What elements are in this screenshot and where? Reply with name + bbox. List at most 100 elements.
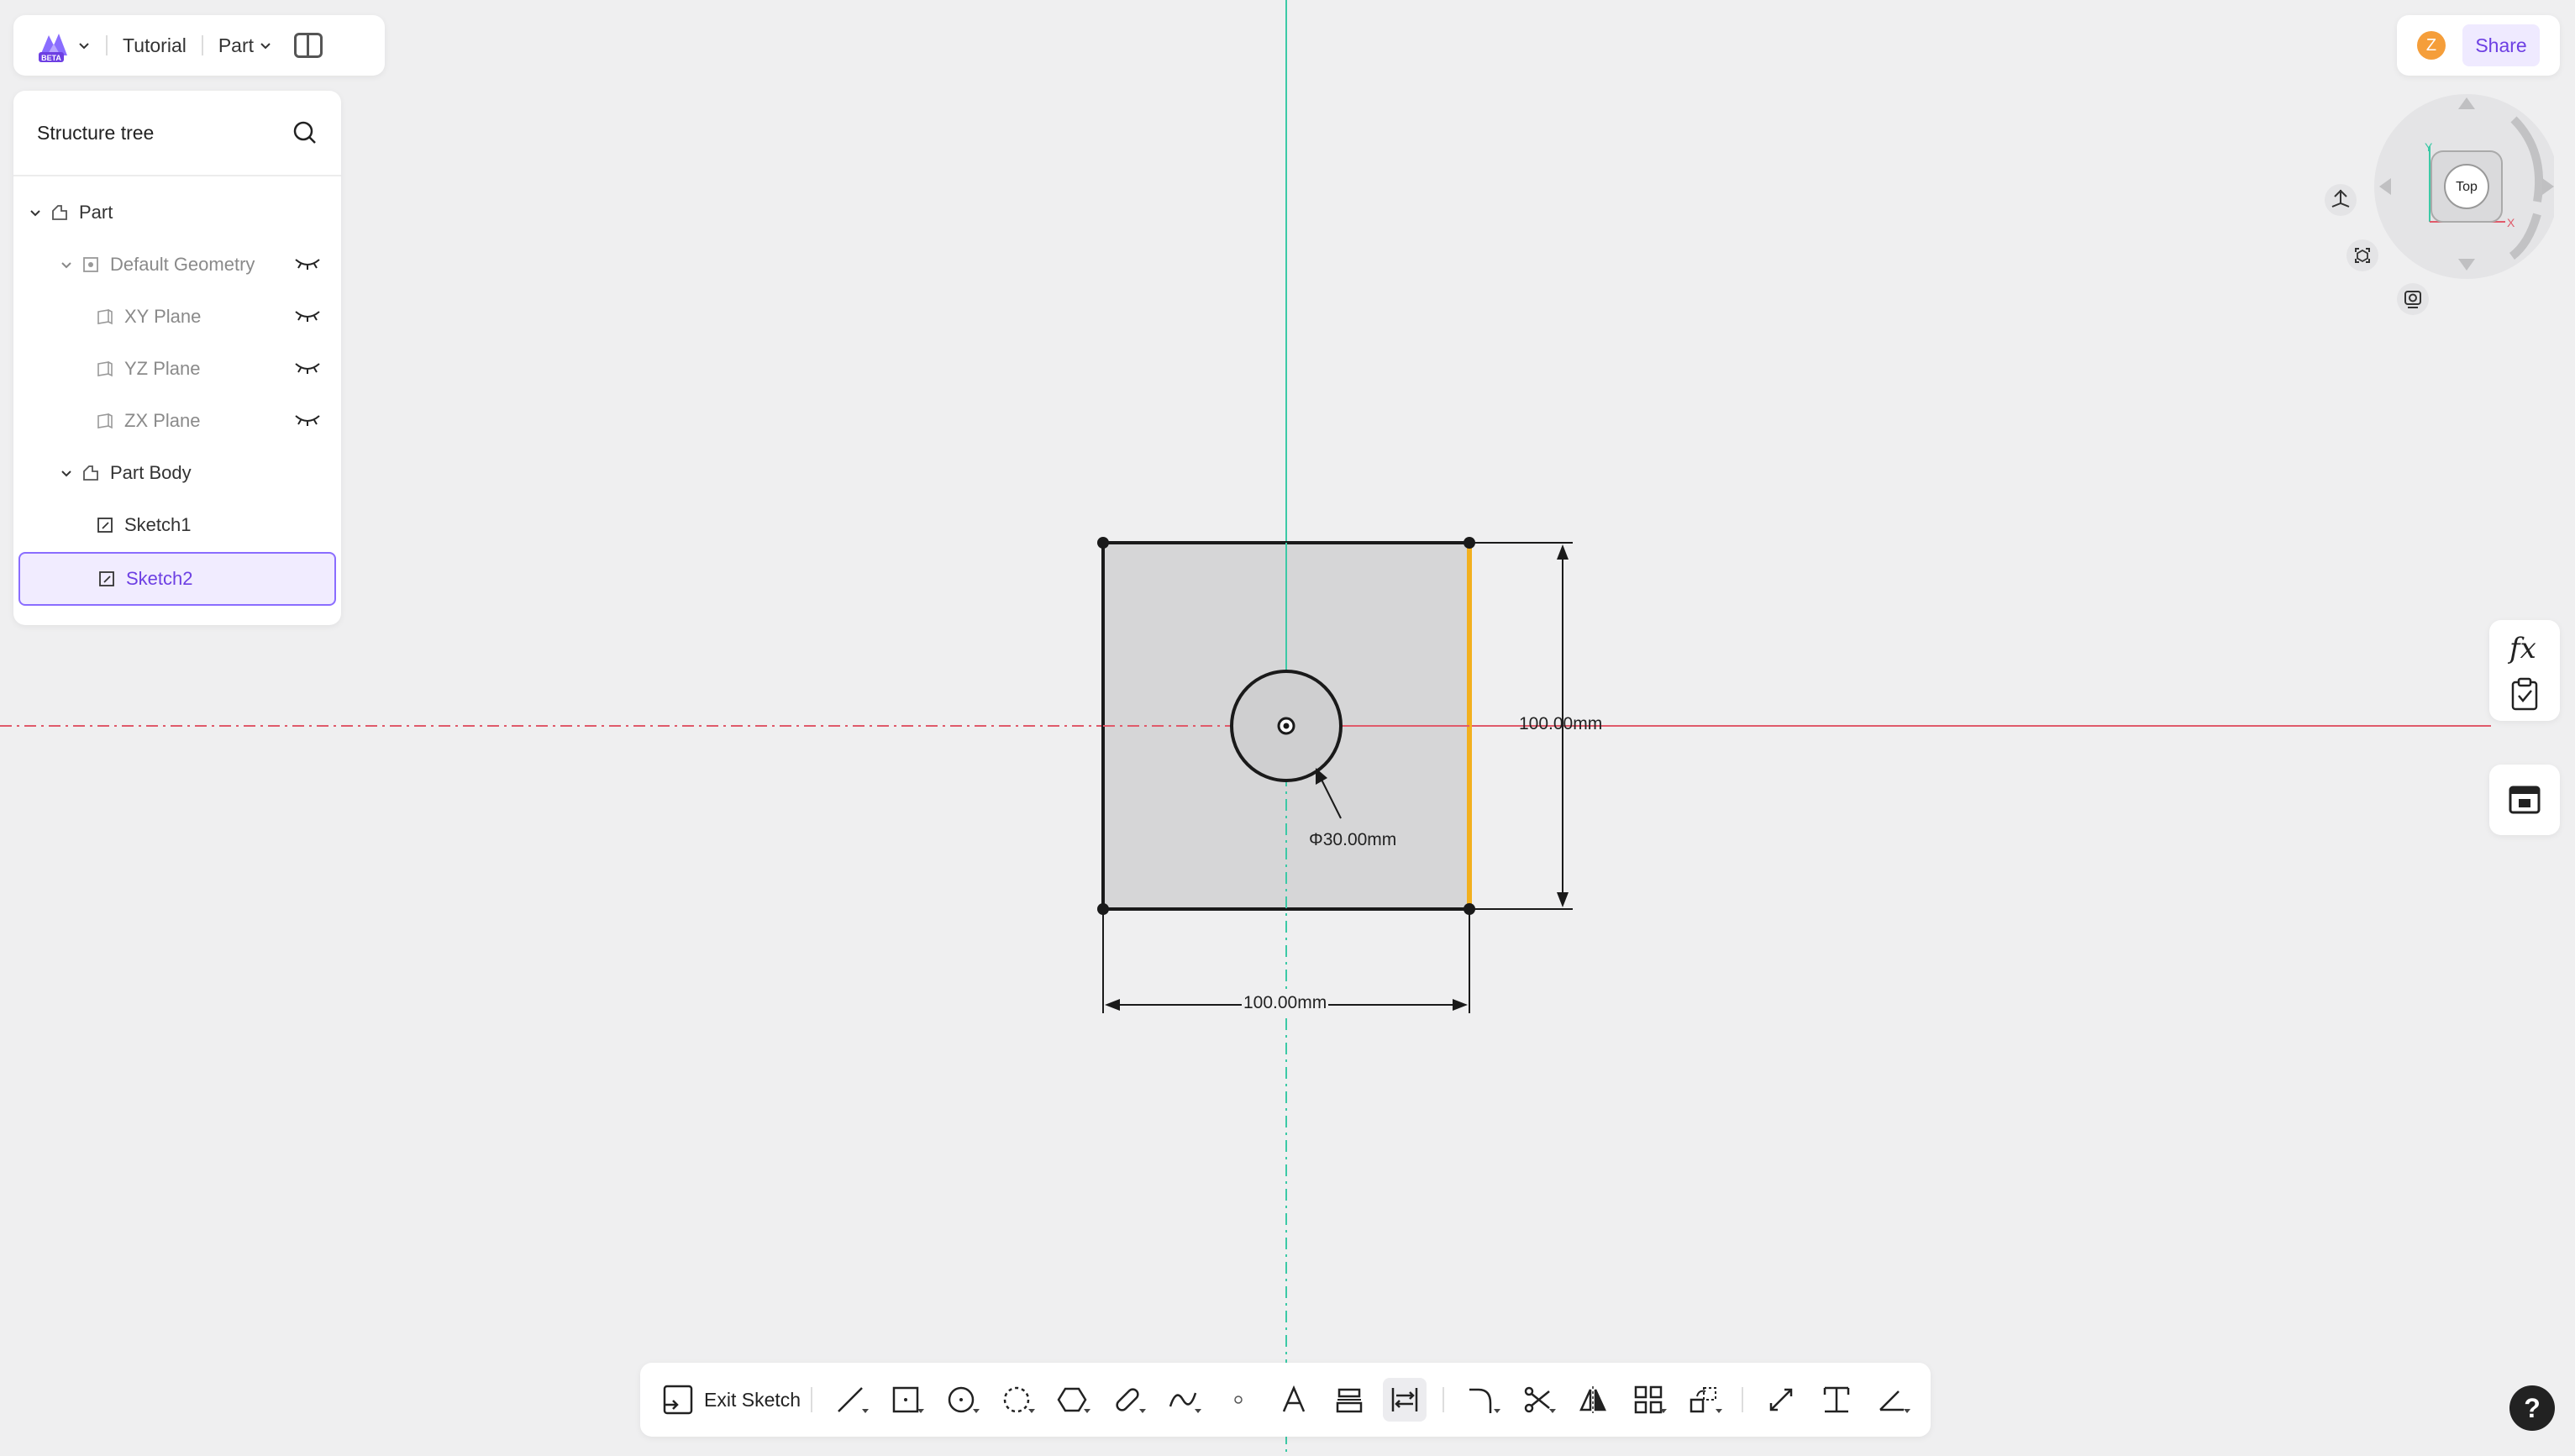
- grid-pattern-icon: [1634, 1385, 1663, 1414]
- chevron-down-icon[interactable]: [29, 206, 42, 219]
- fillet-icon: [1469, 1388, 1492, 1413]
- transform-icon: [1690, 1387, 1717, 1413]
- view-cube-face-label: Top: [2456, 180, 2478, 194]
- tree-header: Structure tree: [13, 91, 341, 176]
- line-icon: [838, 1387, 863, 1412]
- avatar[interactable]: Z: [2417, 31, 2446, 60]
- panel-toggle-button[interactable]: [294, 33, 323, 58]
- sketch-toolbar: Exit Sketch: [640, 1363, 1931, 1437]
- tree-item-sketch2[interactable]: Sketch2: [18, 552, 336, 606]
- tree-item-yz-plane[interactable]: YZ Plane: [13, 344, 341, 394]
- mirror-tool[interactable]: [1571, 1378, 1615, 1422]
- exit-sketch-icon: [663, 1385, 693, 1415]
- table-icon[interactable]: [2509, 786, 2541, 814]
- slot-tool[interactable]: [1106, 1378, 1149, 1422]
- dim-diameter-label[interactable]: Φ30.00mm: [1307, 830, 1398, 850]
- geometry-icon: [83, 257, 98, 272]
- polygon-tool[interactable]: [1050, 1378, 1094, 1422]
- project-icon: [1336, 1388, 1363, 1413]
- tree-item-zx-plane[interactable]: ZX Plane: [13, 396, 341, 446]
- project-tool[interactable]: [1327, 1378, 1371, 1422]
- eye-closed-icon[interactable]: [294, 413, 321, 428]
- dimension-tool[interactable]: [1815, 1378, 1858, 1422]
- rectangle-tool[interactable]: [884, 1378, 928, 1422]
- chevron-down-icon[interactable]: [259, 39, 272, 52]
- mirror-icon: [1579, 1386, 1606, 1413]
- tree-item-default-geometry[interactable]: Default Geometry: [13, 239, 341, 290]
- svg-text:X: X: [2507, 216, 2515, 229]
- eye-closed-icon[interactable]: [294, 256, 321, 271]
- tree-item-xy-plane[interactable]: XY Plane: [13, 292, 341, 342]
- text-icon: [1282, 1385, 1306, 1412]
- dim-width-label[interactable]: 100.00mm: [1242, 993, 1329, 1013]
- vertex[interactable]: [1097, 537, 1109, 549]
- help-button[interactable]: ?: [2509, 1385, 2555, 1431]
- dim-height-label[interactable]: 100.00mm: [1517, 714, 1604, 734]
- divider: [106, 35, 108, 55]
- slot-icon: [1116, 1388, 1139, 1411]
- divider: [201, 35, 203, 55]
- body-icon: [83, 465, 98, 481]
- chevron-down-icon[interactable]: [60, 466, 73, 480]
- share-bar: Z Share: [2397, 15, 2560, 76]
- tree-item-part[interactable]: Part: [13, 187, 341, 238]
- scissors-icon: [1524, 1386, 1550, 1413]
- constraint-icon: [1391, 1388, 1418, 1411]
- spline-tool[interactable]: [1161, 1378, 1205, 1422]
- extend-icon: [1769, 1388, 1793, 1411]
- eye-closed-icon[interactable]: [294, 360, 321, 376]
- polygon-icon: [1057, 1387, 1087, 1412]
- circle-tool[interactable]: [939, 1378, 983, 1422]
- fit-view-icon[interactable]: [2346, 239, 2379, 272]
- arc-icon: [1003, 1386, 1030, 1413]
- app-logo[interactable]: BETA: [35, 27, 72, 64]
- svg-text:Y: Y: [2425, 140, 2433, 154]
- side-tools-panel: fx: [2489, 620, 2560, 721]
- formula-button[interactable]: fx: [2509, 632, 2536, 665]
- sketch-canvas[interactable]: [0, 0, 2575, 1456]
- tree-title: Structure tree: [37, 121, 155, 144]
- svg-text:BETA: BETA: [41, 54, 61, 62]
- plane-icon: [97, 413, 113, 429]
- part-icon: [52, 205, 67, 220]
- chevron-down-icon[interactable]: [60, 258, 73, 271]
- text-tool[interactable]: [1272, 1378, 1316, 1422]
- divider: [1742, 1387, 1744, 1412]
- side-tools-panel-2: [2489, 765, 2560, 835]
- project-name[interactable]: Tutorial: [123, 34, 187, 57]
- rectangle-icon: [892, 1386, 919, 1413]
- home-view-icon[interactable]: [2324, 183, 2357, 217]
- trim-tool[interactable]: [1516, 1378, 1559, 1422]
- tree-item-part-body[interactable]: Part Body: [13, 448, 341, 498]
- plane-icon: [97, 309, 113, 325]
- share-button[interactable]: Share: [2462, 24, 2540, 66]
- search-icon[interactable]: [292, 120, 318, 145]
- arc-tool[interactable]: [995, 1378, 1038, 1422]
- chevron-down-icon[interactable]: [77, 39, 91, 52]
- line-tool[interactable]: [828, 1378, 872, 1422]
- exit-sketch-button[interactable]: Exit Sketch: [662, 1384, 801, 1416]
- clipboard-check-icon[interactable]: [2510, 677, 2539, 711]
- extend-tool[interactable]: [1759, 1378, 1803, 1422]
- camera-view-icon[interactable]: [2396, 282, 2430, 316]
- spline-icon: [1169, 1392, 1197, 1407]
- angle-icon: [1879, 1390, 1905, 1411]
- dimension-icon: [1823, 1386, 1850, 1413]
- sketch-icon: [99, 571, 114, 586]
- transform-tool[interactable]: [1682, 1378, 1726, 1422]
- eye-closed-icon[interactable]: [294, 308, 321, 323]
- sketch-icon: [97, 518, 113, 533]
- tree-item-sketch1[interactable]: Sketch1: [13, 500, 341, 550]
- point-tool[interactable]: [1217, 1378, 1260, 1422]
- point-icon: [1234, 1396, 1243, 1404]
- fillet-tool[interactable]: [1460, 1378, 1504, 1422]
- divider: [811, 1387, 813, 1412]
- pattern-tool[interactable]: [1626, 1378, 1670, 1422]
- plane-icon: [97, 361, 113, 377]
- constraint-tool[interactable]: [1383, 1378, 1427, 1422]
- mode-select[interactable]: Part: [218, 34, 254, 57]
- angle-tool[interactable]: [1870, 1378, 1914, 1422]
- circle-icon: [948, 1386, 975, 1413]
- divider: [1443, 1387, 1445, 1412]
- structure-tree-panel: Structure tree Part Default Geometry XY …: [13, 91, 341, 625]
